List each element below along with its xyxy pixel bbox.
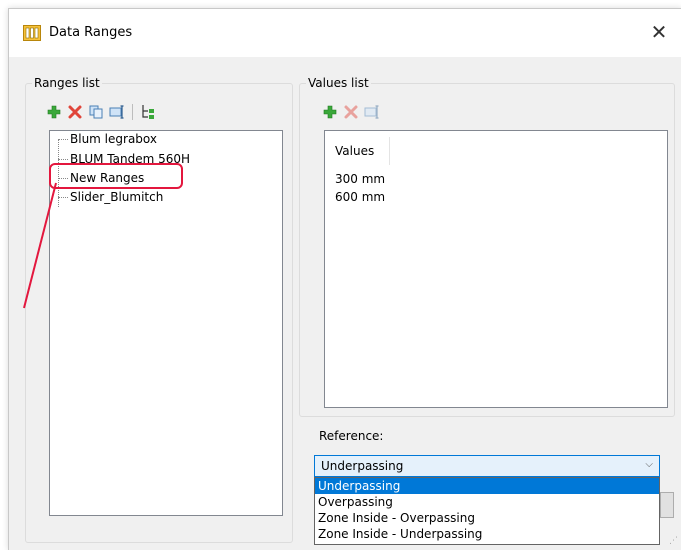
partially-hidden-button[interactable]: [660, 492, 674, 518]
delete-icon[interactable]: [343, 104, 359, 120]
option-underpassing[interactable]: Underpassing: [315, 478, 659, 494]
reference-options-list[interactable]: Underpassing Overpassing Zone Inside - O…: [314, 477, 660, 545]
annotation-highlight-box: [49, 163, 183, 189]
values-column-header[interactable]: Values: [329, 137, 390, 165]
data-ranges-app-icon: [23, 25, 41, 41]
values-list[interactable]: Values 300 mm 600 mm: [324, 130, 668, 408]
copy-icon[interactable]: [88, 104, 104, 120]
tree-branch: [58, 197, 68, 198]
tree-item-slider-blumitch[interactable]: Slider_Blumitch: [58, 189, 163, 206]
chevron-down-icon[interactable]: ⌵: [645, 459, 653, 470]
toolbar-separator: [132, 104, 133, 120]
tree-item-label: Slider_Blumitch: [70, 190, 164, 204]
ranges-list-group: Ranges list Blum legrabox BLUM Tandem 56…: [25, 76, 293, 543]
tree-view-icon[interactable]: [140, 104, 156, 120]
list-item[interactable]: 600 mm: [335, 188, 385, 206]
ranges-toolbar: [46, 104, 156, 120]
option-overpassing[interactable]: Overpassing: [315, 494, 659, 510]
option-zone-inside-overpassing[interactable]: Zone Inside - Overpassing: [315, 510, 659, 526]
reference-label: Reference:: [319, 429, 384, 443]
reference-selected-value: Underpassing: [321, 459, 404, 473]
add-icon[interactable]: [46, 104, 62, 120]
tree-item-blum-legrabox[interactable]: Blum legrabox: [58, 131, 157, 148]
add-icon[interactable]: [322, 104, 338, 120]
title-bar: Data Ranges ✕: [9, 9, 681, 57]
tree-item-label: Blum legrabox: [70, 132, 157, 146]
reference-dropdown[interactable]: Underpassing ⌵: [314, 455, 660, 477]
window-title: Data Ranges: [49, 25, 133, 40]
delete-icon[interactable]: [67, 104, 83, 120]
resize-grip-icon[interactable]: ⋰: [669, 536, 678, 546]
list-item[interactable]: 300 mm: [335, 170, 385, 188]
close-button[interactable]: ✕: [644, 19, 674, 47]
option-zone-inside-underpassing[interactable]: Zone Inside - Underpassing: [315, 526, 659, 542]
values-list-label: Values list: [306, 76, 371, 90]
ranges-list-label: Ranges list: [32, 76, 102, 90]
rename-icon[interactable]: [364, 104, 380, 120]
data-ranges-dialog: Data Ranges ✕ Ranges list Blum legrabox …: [8, 8, 681, 550]
rename-icon[interactable]: [109, 104, 125, 120]
values-toolbar: [322, 104, 380, 120]
tree-branch: [58, 159, 68, 160]
tree-branch: [58, 139, 68, 140]
values-list-group: Values list Values 300 mm 600 mm: [299, 76, 675, 417]
